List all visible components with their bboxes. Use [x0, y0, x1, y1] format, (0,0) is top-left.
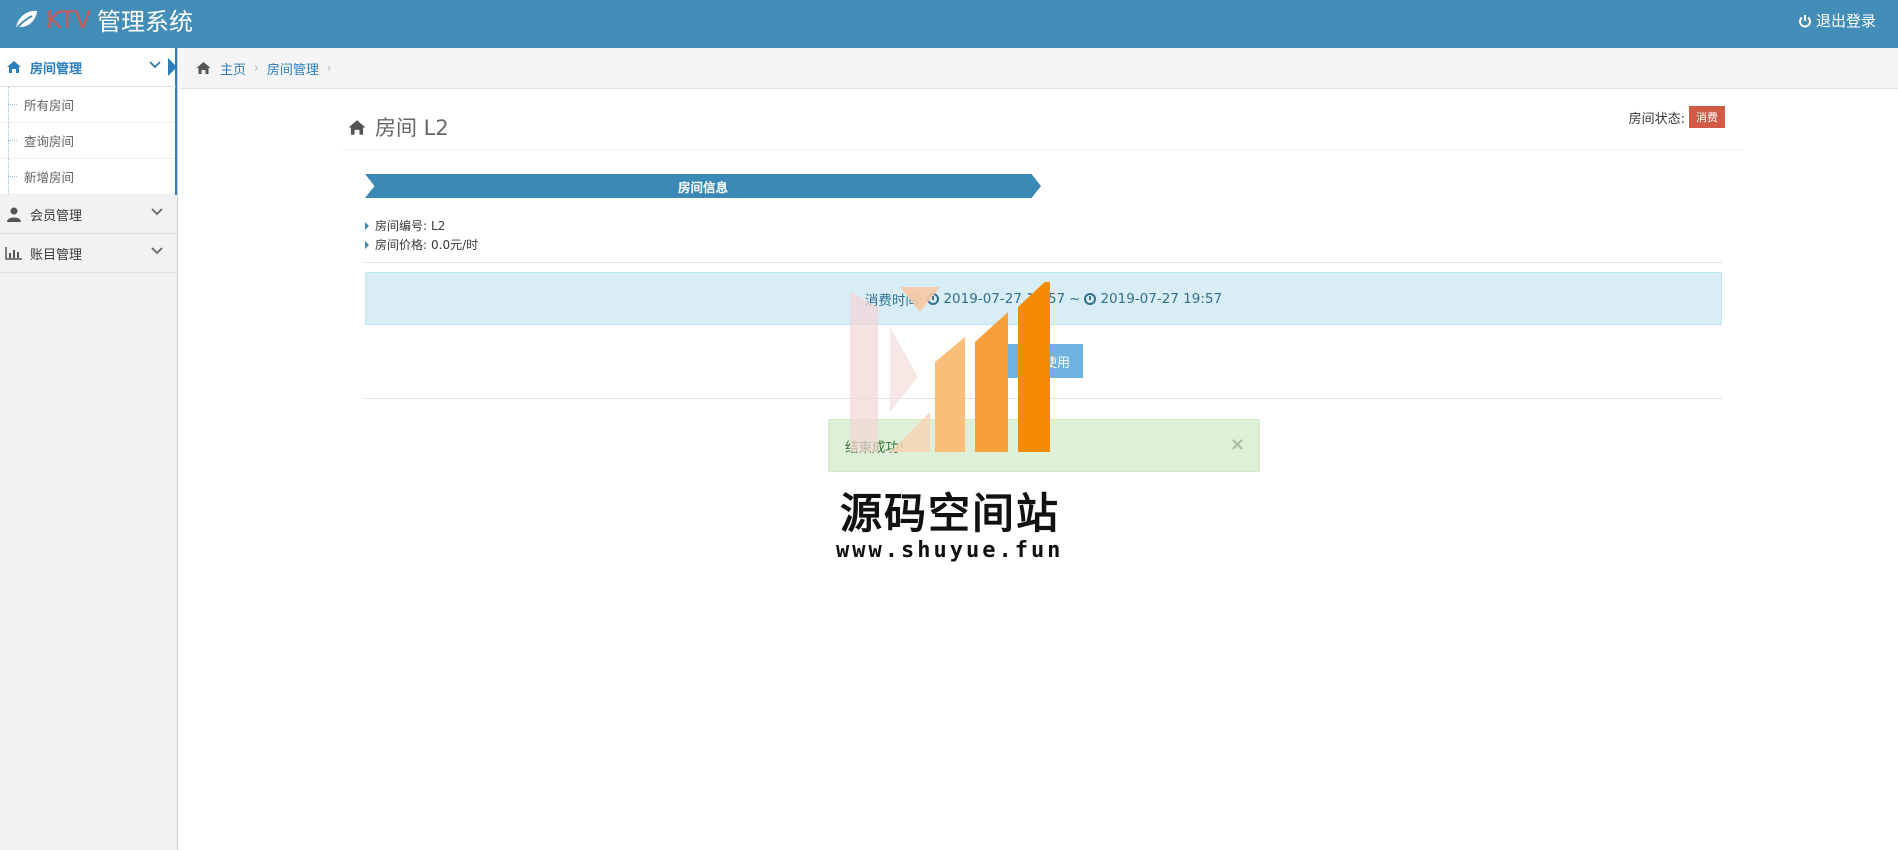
- caret-right-icon: [365, 221, 369, 230]
- consume-end: 2019-07-27 19:57: [1100, 290, 1223, 307]
- rooms-submenu: 所有房间 查询房间 新增房间: [0, 87, 177, 195]
- sidebar-item-search-rooms[interactable]: 查询房间: [0, 123, 175, 159]
- page-title-text: 房间 L2: [375, 116, 449, 140]
- consume-time-alert: 消费时间: 2019-07-27 19:57 ~ 2019-07-27 19:5…: [365, 272, 1722, 325]
- divider: [365, 262, 1722, 263]
- close-icon[interactable]: ×: [1230, 434, 1245, 455]
- page-header: 房间 L2 房间状态: 消费: [343, 106, 1743, 150]
- breadcrumb-separator-icon: ›: [326, 61, 332, 75]
- caret-right-icon: [365, 240, 369, 249]
- list-item: 房间价格: 0.0元/时: [365, 235, 478, 254]
- home-icon: [348, 119, 366, 135]
- room-info-list: 房间编号: L2 房间价格: 0.0元/时: [365, 216, 478, 254]
- room-status-label: 房间状态:: [1628, 111, 1685, 127]
- list-item: 房间编号: L2: [365, 216, 478, 235]
- info-value: L2: [431, 218, 446, 233]
- sidebar-item-label: 会员管理: [30, 208, 83, 224]
- power-icon: [1799, 14, 1811, 27]
- breadcrumb-current-link[interactable]: 房间管理: [267, 59, 319, 78]
- chevron-down-icon: [151, 247, 163, 255]
- end-use-button[interactable]: 结束使用: [1005, 344, 1083, 378]
- home-icon: [196, 62, 211, 74]
- info-value: 0.0元/时: [431, 238, 479, 252]
- success-alert: 结束成功! ×: [828, 419, 1260, 472]
- watermark-url: www.shuyue.fun: [836, 538, 1064, 563]
- bar-chart-icon: [4, 243, 24, 263]
- sidebar-item-rooms[interactable]: 房间管理: [0, 48, 177, 87]
- breadcrumb: 主页 › 房间管理 ›: [179, 48, 1898, 89]
- logout-button[interactable]: 退出登录: [1798, 10, 1876, 31]
- consume-label: 消费时间:: [864, 292, 924, 309]
- clock-icon: [927, 292, 940, 305]
- home-icon: [4, 57, 24, 77]
- page-title: 房间 L2: [347, 112, 449, 142]
- room-status: 房间状态: 消费: [1629, 106, 1725, 128]
- sidebar-item-label: 房间管理: [30, 61, 83, 77]
- divider: [365, 398, 1722, 399]
- brand-title: 管理系统: [96, 8, 193, 36]
- status-badge: 消费: [1689, 106, 1725, 128]
- brand-prefix: KTV: [46, 5, 91, 34]
- sidebar-item-members[interactable]: 会员管理: [0, 195, 177, 234]
- breadcrumb-separator-icon: ›: [254, 61, 259, 75]
- sidebar-item-add-room[interactable]: 新增房间: [0, 159, 175, 195]
- consume-start: 2019-07-27 19:57: [943, 290, 1066, 307]
- sidebar-subitem-label: 所有房间: [24, 98, 75, 113]
- sidebar: 房间管理 所有房间 查询房间 新增房间 会员管理 账目管理: [0, 48, 178, 850]
- chevron-down-icon: [149, 61, 161, 69]
- sidebar-item-accounts[interactable]: 账目管理: [0, 234, 177, 273]
- leaf-icon: [14, 10, 37, 31]
- section-ribbon: 房间信息: [365, 174, 1041, 198]
- info-label: 房间编号:: [375, 219, 428, 233]
- success-message: 结束成功!: [845, 439, 905, 456]
- sidebar-subitem-label: 查询房间: [24, 134, 75, 149]
- top-navbar: KTV 管理系统 退出登录: [0, 0, 1898, 48]
- info-label: 房间价格:: [375, 238, 428, 252]
- user-icon: [4, 204, 24, 224]
- logout-label: 退出登录: [1815, 12, 1876, 30]
- section-title: 房间信息: [677, 179, 728, 195]
- breadcrumb-home-link[interactable]: 主页: [220, 59, 246, 78]
- consume-separator: ~: [1069, 290, 1081, 307]
- sidebar-item-all-rooms[interactable]: 所有房间: [0, 87, 175, 123]
- sidebar-subitem-label: 新增房间: [24, 170, 75, 185]
- watermark-title: 源码空间站: [840, 489, 1061, 538]
- sidebar-item-label: 账目管理: [30, 247, 83, 263]
- brand[interactable]: KTV 管理系统: [12, 2, 193, 37]
- chevron-down-icon: [151, 208, 163, 216]
- clock-icon: [1084, 292, 1097, 305]
